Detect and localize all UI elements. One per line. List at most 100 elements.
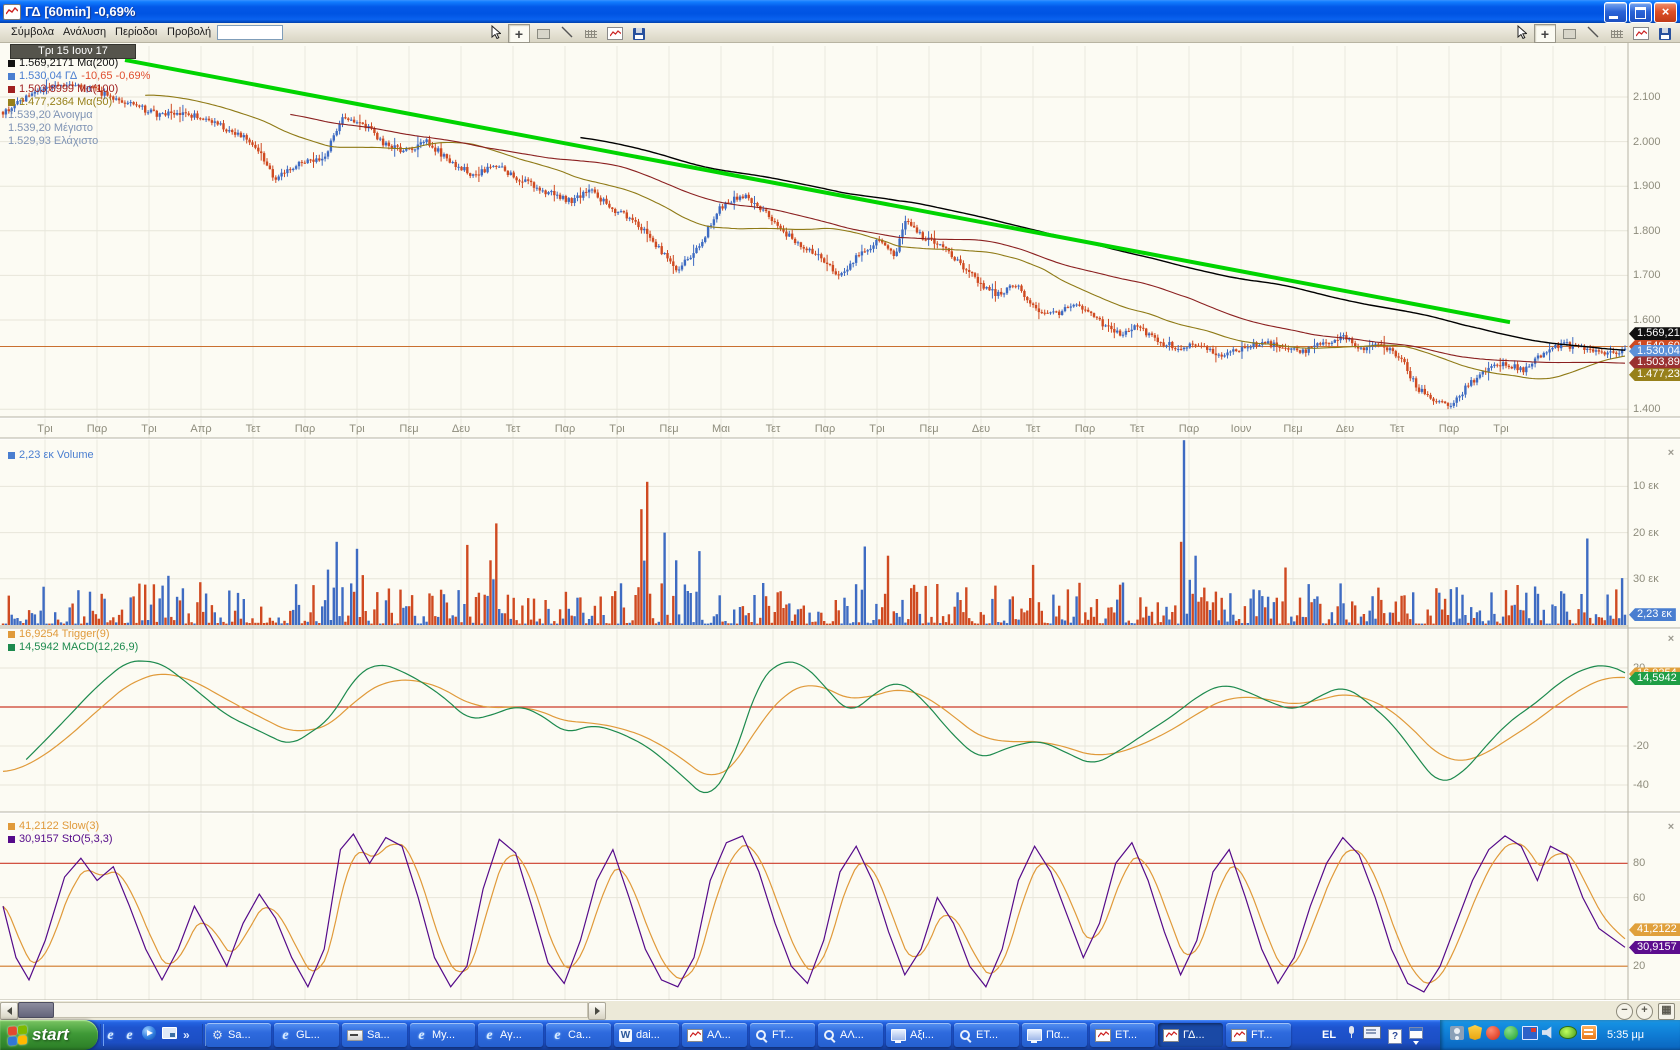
rectangle-tool[interactable] xyxy=(532,24,554,43)
quicklaunch-ie[interactable]: e xyxy=(104,1026,117,1044)
ie-icon: e xyxy=(123,1029,136,1042)
taskbar-button-Αξι[interactable]: Αξι... xyxy=(886,1023,951,1047)
pointer-tool[interactable] xyxy=(484,24,506,43)
search-icon xyxy=(959,1029,972,1042)
window-arrange-icon xyxy=(1409,1027,1423,1039)
close-button[interactable]: × xyxy=(1654,2,1677,23)
window-chart-icon xyxy=(3,4,21,20)
pattern-tool[interactable] xyxy=(1606,24,1628,43)
stoch-pane-close-icon[interactable]: × xyxy=(1665,821,1677,833)
window-arrange-button[interactable] xyxy=(1409,1026,1423,1044)
taskbar-button-Αγ[interactable]: eΑγ... xyxy=(478,1023,543,1047)
gear-icon: ⚙ xyxy=(211,1029,224,1042)
help-button[interactable]: ? xyxy=(1388,1026,1402,1044)
minimize-button[interactable] xyxy=(1604,2,1627,23)
crosshair-tool[interactable]: + xyxy=(508,24,530,43)
taskbar-button-dai[interactable]: Wdai... xyxy=(614,1023,679,1047)
window-title: ΓΔ [60min] -0,69% xyxy=(25,4,135,19)
mediaplayer-icon xyxy=(142,1026,156,1040)
tray-speaker[interactable] xyxy=(1542,1026,1555,1044)
symbol-input[interactable] xyxy=(217,25,283,40)
taskbar-button-My[interactable]: e My... xyxy=(410,1023,475,1047)
rectangle-tool[interactable] xyxy=(1558,24,1580,43)
save-tool[interactable] xyxy=(1654,24,1676,43)
start-button[interactable]: start xyxy=(0,1020,98,1050)
taskbar-button-label: GL... xyxy=(296,1029,320,1041)
restore-button[interactable] xyxy=(1629,2,1652,23)
ie-icon: e xyxy=(483,1029,496,1042)
search-icon xyxy=(755,1029,768,1042)
keyboard-icon xyxy=(1363,1026,1381,1039)
menu-item-3[interactable]: Περίοδοι xyxy=(108,23,164,42)
quicklaunch-desktop[interactable] xyxy=(162,1026,177,1044)
taskbar-button-ΓΔ[interactable]: ΓΔ... xyxy=(1158,1023,1223,1047)
scrollbar-thumb[interactable] xyxy=(18,1002,54,1018)
scroll-left-button[interactable] xyxy=(0,1002,18,1020)
tray-user[interactable] xyxy=(1450,1026,1464,1045)
line-tool[interactable] xyxy=(1582,24,1604,43)
system-tray: 5:35 μμ xyxy=(1440,1020,1680,1050)
taskbar-button-ET[interactable]: ET... xyxy=(1090,1023,1155,1047)
menu-item-4[interactable]: Προβολή xyxy=(160,23,218,42)
taskbar: startee»⚙Sa...eGL...Sa...eMy...eΑγ...eCa… xyxy=(0,1020,1680,1050)
quicklaunch-overflow-chevron[interactable]: » xyxy=(183,1028,190,1042)
tray-scheduler[interactable] xyxy=(1581,1025,1597,1045)
language-indicator[interactable]: EL xyxy=(1322,1020,1336,1050)
ie-icon: e xyxy=(415,1029,428,1042)
taskbar-button-FT[interactable]: FT... xyxy=(750,1023,815,1047)
taskbar-button-label: Sa... xyxy=(228,1029,251,1041)
pointer-tool[interactable] xyxy=(1510,24,1532,43)
menu-item-2[interactable]: Ανάλυση xyxy=(56,23,113,42)
quicklaunch-mediaplayer[interactable] xyxy=(142,1026,156,1045)
crosshair-tool[interactable]: + xyxy=(1534,24,1556,43)
scroll-right-icon xyxy=(595,1007,600,1015)
chart-hscrollbar[interactable]: −+ ▦ xyxy=(0,1000,1680,1020)
quicklaunch-ie[interactable]: e xyxy=(123,1026,136,1044)
taskbar-button-Sa[interactable]: Sa... xyxy=(342,1023,407,1047)
menu-item-1[interactable]: Σύμβολα xyxy=(4,23,61,42)
chart-icon xyxy=(1163,1029,1179,1042)
zoom-out-button[interactable]: − xyxy=(1616,1003,1633,1020)
macd-pane-close-icon[interactable]: × xyxy=(1665,633,1677,645)
chart-icon xyxy=(1095,1029,1111,1042)
chart-canvas[interactable] xyxy=(0,43,1680,1000)
taskbar-button-label: My... xyxy=(432,1029,455,1041)
line-tool[interactable] xyxy=(556,24,578,43)
scheduler-icon xyxy=(1581,1025,1597,1040)
chart-tool[interactable] xyxy=(604,24,626,43)
toolbar-right: + xyxy=(1510,24,1676,43)
keyboard-button[interactable] xyxy=(1363,1026,1381,1044)
microphone-button[interactable] xyxy=(1348,1026,1356,1044)
chart-area[interactable]: Τρι 15 Ιουν 17 2.1002.0001.9001.8001.700… xyxy=(0,43,1680,1000)
taskbar-button-label: Ca... xyxy=(568,1029,591,1041)
tray-messenger[interactable] xyxy=(1486,1026,1500,1045)
taskbar-button-ΑΛ[interactable]: ΑΛ... xyxy=(682,1023,747,1047)
monitor-icon xyxy=(1027,1029,1042,1041)
tray-graphics-card[interactable] xyxy=(1522,1026,1538,1045)
tray-app-green[interactable] xyxy=(1504,1026,1518,1045)
taskbar-button-GL[interactable]: eGL... xyxy=(274,1023,339,1047)
chart-tool[interactable] xyxy=(1630,24,1652,43)
pattern-tool[interactable] xyxy=(580,24,602,43)
taskbar-button-ET[interactable]: ET... xyxy=(954,1023,1019,1047)
taskbar-button-Πα[interactable]: Πα... xyxy=(1022,1023,1087,1047)
zoom-in-button[interactable]: + xyxy=(1636,1003,1653,1020)
taskbar-button-FT[interactable]: FT... xyxy=(1226,1023,1291,1047)
taskbar-button-label: Sa... xyxy=(367,1029,390,1041)
scrollbar-track[interactable] xyxy=(16,1002,588,1018)
taskbar-button-Sa[interactable]: ⚙ Sa... xyxy=(206,1023,271,1047)
volume-pane-close-icon[interactable]: × xyxy=(1665,447,1677,459)
ie-icon: e xyxy=(551,1029,564,1042)
save-tool[interactable] xyxy=(628,24,650,43)
chart-icon xyxy=(1231,1029,1247,1042)
graphics-card-icon xyxy=(1522,1026,1538,1040)
tray-eye[interactable] xyxy=(1559,1026,1577,1044)
scroll-right-button[interactable] xyxy=(588,1002,606,1020)
chart-options-button[interactable]: ▦ xyxy=(1658,1003,1675,1020)
taskbar-button-ΑΛ[interactable]: ΑΛ... xyxy=(818,1023,883,1047)
tray-shield[interactable] xyxy=(1468,1025,1482,1045)
taskbar-button-Ca[interactable]: e Ca... xyxy=(546,1023,611,1047)
title-bar[interactable]: ΓΔ [60min] -0,69% × xyxy=(0,0,1680,23)
taskbar-button-label: ΑΛ... xyxy=(840,1029,864,1041)
taskbar-button-label: Πα... xyxy=(1046,1029,1069,1041)
